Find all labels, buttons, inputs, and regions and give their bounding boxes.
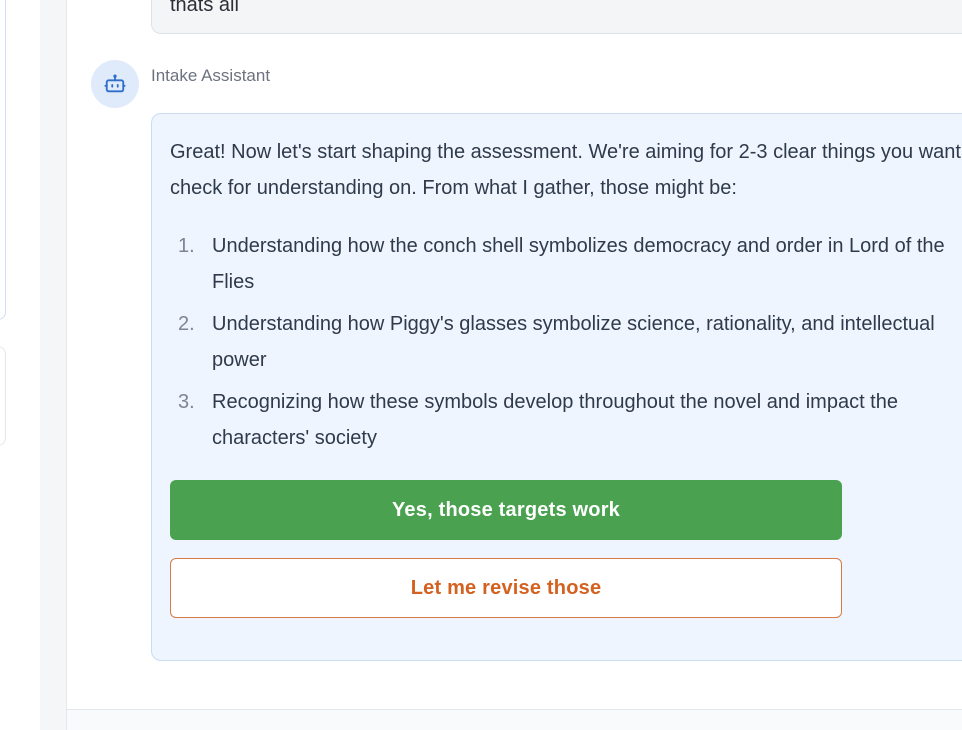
assistant-intro-text: Great! Now let's start shaping the asses… bbox=[170, 141, 962, 199]
revise-targets-button[interactable]: Let me revise those bbox=[170, 558, 842, 618]
assistant-name: Intake Assistant bbox=[151, 66, 271, 85]
panel-divider bbox=[40, 0, 67, 730]
composer-bar bbox=[67, 709, 962, 730]
sidebar-card[interactable] bbox=[0, 346, 6, 446]
app-page: thats all Intake Assistant Great! Now le… bbox=[0, 0, 962, 730]
list-item-text: Recognizing how these symbols develop th… bbox=[212, 391, 898, 449]
list-item: 3. Recognizing how these symbols develop… bbox=[170, 384, 962, 456]
assistant-message-bubble: Great! Now let's start shaping the asses… bbox=[151, 113, 962, 661]
list-item-text: Understanding how the conch shell symbol… bbox=[212, 235, 945, 293]
list-item-number: 1. bbox=[178, 235, 195, 257]
robot-icon bbox=[104, 74, 126, 93]
confirm-targets-button[interactable]: Yes, those targets work bbox=[170, 480, 842, 540]
list-item-number: 2. bbox=[178, 313, 195, 335]
learning-targets-list: 1. Understanding how the conch shell sym… bbox=[170, 228, 962, 462]
sidebar-card[interactable] bbox=[0, 0, 6, 320]
list-item: 1. Understanding how the conch shell sym… bbox=[170, 228, 962, 300]
list-item-text: Understanding how Piggy's glasses symbol… bbox=[212, 313, 935, 371]
chat-area: thats all Intake Assistant Great! Now le… bbox=[67, 0, 962, 709]
user-message-bubble: thats all bbox=[151, 0, 962, 34]
list-item: 2. Understanding how Piggy's glasses sym… bbox=[170, 306, 962, 378]
user-message-text: thats all bbox=[170, 0, 239, 16]
list-item-number: 3. bbox=[178, 391, 195, 413]
assistant-avatar bbox=[91, 60, 139, 108]
left-sidebar bbox=[0, 0, 40, 730]
